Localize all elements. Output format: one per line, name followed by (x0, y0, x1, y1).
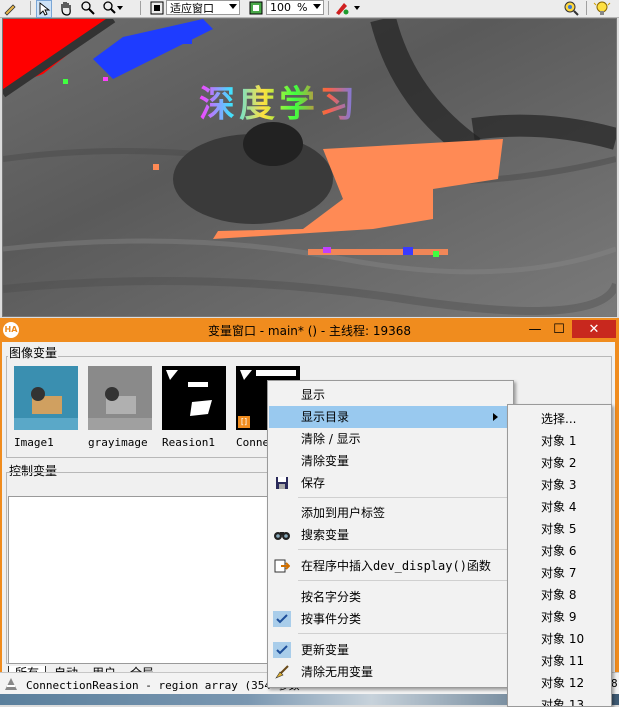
image-thumbnail (88, 366, 152, 430)
image-var-label: Reasion1 (162, 436, 215, 449)
image-toolbar: 适应窗口 100 % (0, 0, 619, 18)
menu-item-search-variable[interactable]: 搜索变量 (269, 524, 512, 546)
menu-item-display-list[interactable]: 显示目录 (269, 406, 512, 428)
array-icon: [] (238, 416, 250, 428)
zoom-mode-select[interactable]: 适应窗口 (166, 0, 240, 15)
image-var-tile[interactable]: grayimage (86, 364, 156, 452)
menu-item-insert-dev-display[interactable]: 在程序中插入dev_display()函数 (269, 555, 512, 577)
image-thumbnail (162, 366, 226, 430)
menu-item-add-user-tab[interactable]: 添加到用户标签 (269, 502, 512, 524)
search-image-icon[interactable] (562, 0, 580, 16)
submenu-item-object[interactable]: 对象 3 (541, 474, 576, 496)
insert-code-icon (273, 558, 291, 574)
submenu-item-select[interactable]: 选择... (541, 408, 576, 430)
submenu-item-object[interactable]: 对象 4 (541, 496, 576, 518)
menu-item-sort-by-name[interactable]: 按名字分类 (269, 586, 512, 608)
submenu-item-object[interactable]: 对象 9 (541, 606, 576, 628)
submenu-item-object[interactable]: 对象 12 (541, 672, 584, 694)
checkmark-icon (273, 611, 291, 627)
menu-item-update-variables[interactable]: 更新变量 (269, 639, 512, 661)
menu-item-clear-variable[interactable]: 清除变量 (269, 450, 512, 472)
menu-item-clear-display[interactable]: 清除 / 显示 (269, 428, 512, 450)
image-thumbnail (14, 366, 78, 430)
magnifier-icon[interactable] (80, 0, 96, 16)
zoom-in-icon[interactable] (102, 0, 124, 16)
binoculars-icon (273, 527, 291, 543)
floppy-disk-icon (273, 475, 291, 491)
image-vars-title: 图像变量 (8, 344, 59, 361)
submenu-item-object[interactable]: 对象 11 (541, 650, 584, 672)
pointer-icon[interactable] (36, 0, 52, 18)
zoom-unit: % (297, 1, 308, 14)
submenu-item-object[interactable]: 对象 1 (541, 430, 576, 452)
context-menu: 显示 显示目录 清除 / 显示 清除变量 保存 添加到用户标签 搜索变量 在程序… (267, 380, 514, 688)
bulb-icon[interactable] (592, 0, 612, 16)
image-var-tile[interactable]: Image1 (12, 364, 82, 452)
maximize-button[interactable]: ☐ (546, 320, 572, 338)
image-var-label: grayimage (88, 436, 148, 449)
zoom-percent-select[interactable]: 100 % (266, 0, 324, 15)
pencil-icon[interactable] (2, 0, 18, 16)
zoom-percent-icon (249, 0, 263, 16)
menu-item-save[interactable]: 保存 (269, 472, 512, 494)
fit-window-icon (150, 0, 164, 16)
submenu-item-object[interactable]: 对象 5 (541, 518, 576, 540)
image-var-label: Conne (236, 436, 270, 449)
zoom-percent-value: 100 (270, 1, 291, 14)
minimize-button[interactable]: — (522, 320, 548, 338)
paint-color-icon[interactable] (334, 0, 362, 16)
graphics-window[interactable]: 深度学习 (2, 18, 617, 317)
menu-item-clear-unused[interactable]: 清除无用变量 (269, 661, 512, 683)
display-list-submenu: 选择... 对象 1 对象 2 对象 3 对象 4 对象 5 对象 6 对象 7… (507, 404, 612, 707)
menu-item-sort-by-event[interactable]: 按事件分类 (269, 608, 512, 630)
status-text: ConnectionReasion - region array (354 参数 (26, 679, 300, 692)
submenu-item-object[interactable]: 对象 6 (541, 540, 576, 562)
title-bar[interactable]: HA 变量窗口 - main* () - 主线程: 19368 — ☐ ✕ (0, 318, 619, 342)
image-var-tile[interactable]: Reasion1 (160, 364, 230, 452)
zoom-mode-value: 适应窗口 (170, 1, 214, 15)
chevron-down-icon (229, 4, 237, 9)
close-button[interactable]: ✕ (572, 320, 616, 338)
submenu-item-object[interactable]: 对象 13 (541, 694, 584, 706)
menu-item-display[interactable]: 显示 (269, 384, 512, 406)
image-var-label: Image1 (14, 436, 54, 449)
submenu-item-object[interactable]: 对象 2 (541, 452, 576, 474)
broom-icon (273, 664, 291, 680)
submenu-item-object[interactable]: 对象 10 (541, 628, 584, 650)
chevron-right-icon (493, 413, 498, 421)
submenu-item-object[interactable]: 对象 8 (541, 584, 576, 606)
segmentation-image (3, 19, 616, 316)
status-icon (3, 676, 19, 692)
hand-pan-icon[interactable] (58, 0, 74, 16)
submenu-item-object[interactable]: 对象 7 (541, 562, 576, 584)
checkmark-icon (273, 642, 291, 658)
control-vars-list[interactable] (8, 496, 272, 664)
overlay-text: 深度学习 (199, 75, 359, 127)
chevron-down-icon (313, 4, 321, 9)
